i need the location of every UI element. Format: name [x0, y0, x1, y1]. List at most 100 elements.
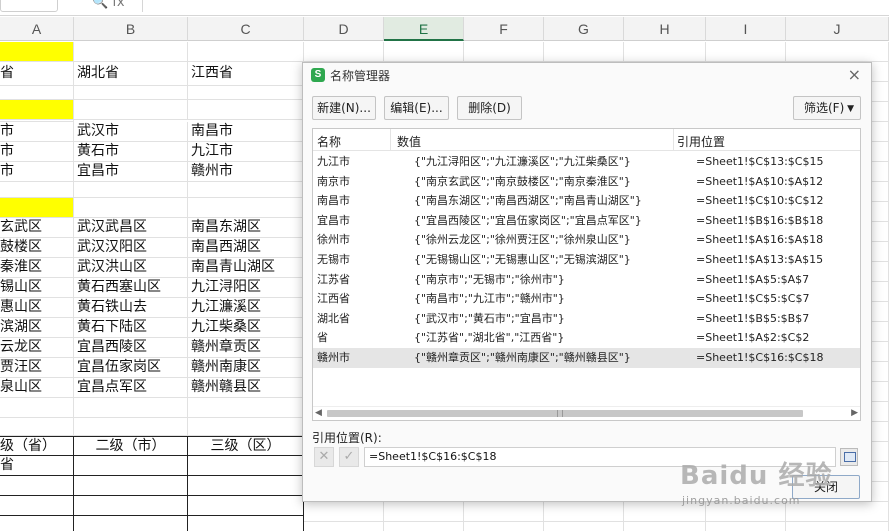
cell[interactable]: 滨湖区	[0, 318, 74, 338]
cell[interactable]	[74, 182, 188, 198]
cell[interactable]: 宜昌市	[74, 162, 188, 182]
column-header-c[interactable]: C	[188, 17, 304, 41]
cell[interactable]: 级（省）	[0, 436, 74, 456]
cell[interactable]: 九江濂溪区	[188, 298, 304, 318]
horizontal-scrollbar[interactable]: ◀ ▶	[313, 406, 860, 420]
column-header-d[interactable]: D	[304, 17, 384, 41]
cell[interactable]: 省	[0, 456, 74, 476]
cell[interactable]	[74, 456, 188, 476]
cell[interactable]: 湖北省	[74, 62, 188, 86]
new-button[interactable]: 新建(N)...	[312, 96, 376, 120]
cell[interactable]	[304, 42, 384, 62]
cell[interactable]	[544, 522, 624, 531]
column-divider[interactable]	[673, 129, 674, 151]
list-item[interactable]: 南昌市 {"南昌东湖区";"南昌西湖区";"南昌青山湖区"} =Sheet1!$C$…	[313, 191, 860, 211]
cell[interactable]	[706, 42, 786, 62]
cell[interactable]	[304, 502, 384, 522]
cell[interactable]	[304, 522, 384, 531]
cell[interactable]: 三级（区）	[188, 436, 304, 456]
fx-icon[interactable]: 🔍 fx	[92, 0, 125, 10]
cell[interactable]	[786, 522, 889, 531]
cell[interactable]	[384, 522, 464, 531]
cell[interactable]	[384, 42, 464, 62]
cell[interactable]	[74, 42, 188, 62]
list-item[interactable]: 赣州市 {"赣州章贡区";"赣州南康区";"赣州赣县区"} =Sheet1!$C$1…	[313, 348, 860, 368]
cell[interactable]	[0, 476, 74, 496]
cell[interactable]: 省	[0, 62, 74, 86]
cell[interactable]	[74, 100, 188, 120]
cell[interactable]	[188, 476, 304, 496]
column-header-name[interactable]: 名称	[317, 133, 341, 150]
names-list[interactable]: 名称 ^ 数值 引用位置 九江市 {"九江浔阳区";"九江濂溪区";"九江柴桑区"…	[312, 128, 861, 421]
cell[interactable]: 南昌市	[188, 122, 304, 142]
cell[interactable]	[786, 42, 889, 62]
cell[interactable]: 赣州赣县区	[188, 378, 304, 398]
cell[interactable]: 黄石西塞山区	[74, 278, 188, 298]
scroll-right-icon[interactable]: ▶	[851, 408, 858, 418]
cell[interactable]	[188, 516, 304, 531]
cell[interactable]: 市	[0, 142, 74, 162]
column-header-f[interactable]: F	[464, 17, 544, 41]
cell[interactable]	[464, 522, 544, 531]
column-header-g[interactable]: G	[544, 17, 624, 41]
cell[interactable]	[0, 100, 74, 120]
cell[interactable]	[74, 476, 188, 496]
cell[interactable]: 秦淮区	[0, 258, 74, 278]
cell[interactable]: 九江市	[188, 142, 304, 162]
cell[interactable]: 黄石铁山去	[74, 298, 188, 318]
cell[interactable]	[464, 502, 544, 522]
cell[interactable]: 黄石市	[74, 142, 188, 162]
range-picker-icon[interactable]	[840, 448, 858, 466]
filter-button[interactable]: 筛选(F) ▼	[793, 96, 861, 120]
cell[interactable]: 南昌西湖区	[188, 238, 304, 258]
formula-input[interactable]	[142, 0, 889, 12]
cell[interactable]	[384, 502, 464, 522]
list-item[interactable]: 九江市 {"九江浔阳区";"九江濂溪区";"九江柴桑区"} =Sheet1!$C$1…	[313, 152, 860, 172]
column-header-a[interactable]: A	[0, 17, 74, 41]
cell[interactable]	[188, 496, 304, 516]
list-item[interactable]: 湖北省 {"武汉市";"黄石市";"宜昌市"} =Sheet1!$B$5:$B$7	[313, 309, 860, 329]
cell[interactable]	[74, 516, 188, 531]
cell[interactable]	[624, 42, 706, 62]
scrollbar-thumb[interactable]	[327, 410, 803, 417]
name-box[interactable]	[0, 0, 58, 12]
cell[interactable]: 宜昌伍家岗区	[74, 358, 188, 378]
cell[interactable]: 江西省	[188, 62, 304, 86]
cell[interactable]: 二级（市）	[74, 436, 188, 456]
column-header-ref[interactable]: 引用位置	[677, 133, 725, 150]
cell[interactable]: 武汉武昌区	[74, 218, 188, 238]
cell[interactable]: 玄武区	[0, 218, 74, 238]
cell[interactable]	[188, 100, 304, 120]
cell[interactable]	[188, 86, 304, 100]
cell[interactable]	[74, 418, 188, 436]
cell[interactable]	[0, 42, 74, 62]
cell[interactable]	[0, 182, 74, 198]
cell[interactable]	[74, 198, 188, 218]
cell[interactable]	[624, 522, 706, 531]
cell[interactable]	[464, 42, 544, 62]
list-item[interactable]: 江苏省 {"南京市";"无锡市";"徐州市"} =Sheet1!$A$5:$A$7	[313, 270, 860, 290]
column-divider[interactable]	[390, 129, 391, 151]
confirm-icon[interactable]: ✓	[339, 447, 359, 467]
cell[interactable]: 武汉汉阳区	[74, 238, 188, 258]
cell[interactable]	[188, 42, 304, 62]
cell[interactable]: 鼓楼区	[0, 238, 74, 258]
column-header-h[interactable]: H	[624, 17, 706, 41]
cell[interactable]: 宜昌点军区	[74, 378, 188, 398]
cell[interactable]: 惠山区	[0, 298, 74, 318]
cell[interactable]: 武汉洪山区	[74, 258, 188, 278]
cell[interactable]	[188, 182, 304, 198]
cell[interactable]	[0, 516, 74, 531]
list-item[interactable]: 徐州市 {"徐州云龙区";"徐州贾汪区";"徐州泉山区"} =Sheet1!$A$1…	[313, 230, 860, 250]
cell[interactable]: 南昌青山湖区	[188, 258, 304, 278]
cell[interactable]	[0, 86, 74, 100]
list-item[interactable]: 南京市 {"南京玄武区";"南京鼓楼区";"南京秦淮区"} =Sheet1!$A$1…	[313, 172, 860, 192]
cell[interactable]: 贾汪区	[0, 358, 74, 378]
cell[interactable]: 九江柴桑区	[188, 318, 304, 338]
column-header-j[interactable]: J	[786, 17, 889, 41]
cell[interactable]: 武汉市	[74, 122, 188, 142]
cell[interactable]	[786, 502, 889, 522]
cell[interactable]	[0, 398, 74, 418]
cell[interactable]: 宜昌西陵区	[74, 338, 188, 358]
cell[interactable]	[188, 198, 304, 218]
